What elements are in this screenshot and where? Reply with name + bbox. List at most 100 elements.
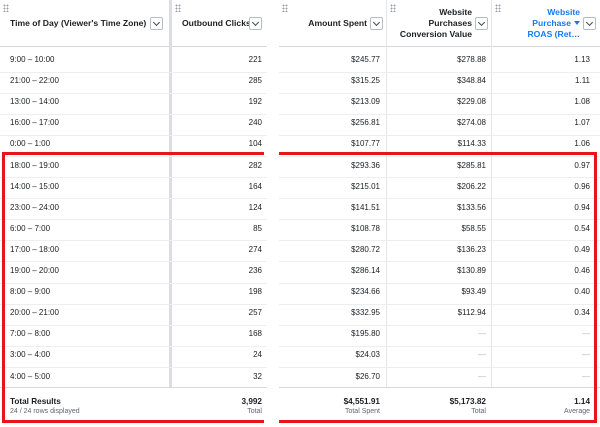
- roas-average-label: Average: [564, 408, 590, 415]
- roas-cell: 0.94: [574, 202, 590, 212]
- amount-spent-cell: $141.51: [351, 202, 380, 212]
- rows-displayed-label: 24 / 24 rows displayed: [10, 408, 80, 415]
- table-row: $286.14 $130.89 0.46: [279, 260, 600, 284]
- table-row: 7:00 – 8:00 168: [0, 323, 267, 347]
- conversion-value-total-label: Total: [471, 408, 486, 415]
- conversion-value-cell: $58.55: [461, 223, 486, 233]
- chevron-down-icon[interactable]: [249, 17, 262, 30]
- roas-cell: 0.96: [574, 181, 590, 191]
- table-row: 3:00 – 4:00 24: [0, 344, 267, 368]
- amount-spent-cell: $245.77: [351, 55, 380, 64]
- header-conversion-value[interactable]: Website Purchases Conversion Value: [387, 0, 491, 46]
- time-of-day-cell: 23:00 – 24:00: [10, 202, 59, 212]
- table-row: 18:00 – 19:00 282: [0, 155, 267, 178]
- header-line: Purchases: [428, 17, 472, 28]
- roas-cell: 1.06: [574, 139, 590, 149]
- conversion-value-cell: $206.22: [457, 181, 486, 191]
- roas-cell: —: [582, 371, 590, 381]
- right-table-panel: Amount Spent Website Purchases Conversio…: [279, 0, 600, 427]
- outbound-clicks-cell: 257: [248, 308, 262, 318]
- header-time-of-day[interactable]: Time of Day (Viewer's Time Zone): [0, 0, 170, 46]
- amount-spent-cell: $195.80: [351, 329, 380, 339]
- table-row: 20:00 – 21:00 257: [0, 302, 267, 326]
- chevron-down-icon[interactable]: [150, 17, 163, 30]
- amount-spent-cell: $332.95: [351, 308, 380, 318]
- conversion-value-cell: $348.84: [457, 76, 486, 86]
- roas-cell: —: [582, 350, 590, 360]
- outbound-clicks-cell: 198: [248, 287, 262, 297]
- conversion-value-cell: —: [478, 329, 486, 339]
- roas-cell: 1.13: [574, 55, 590, 64]
- roas-cell: 0.54: [574, 223, 590, 233]
- outbound-clicks-cell: 236: [248, 266, 262, 275]
- table-row: $141.51 $133.56 0.94: [279, 197, 600, 221]
- outbound-clicks-cell: 285: [248, 76, 262, 86]
- amount-spent-cell: $24.03: [355, 350, 380, 360]
- drag-dots-icon[interactable]: [282, 4, 288, 12]
- amount-spent-cell: $108.78: [351, 223, 380, 233]
- header-line: Conversion Value: [399, 28, 472, 39]
- amount-spent-cell: $26.70: [355, 371, 380, 381]
- chevron-down-icon[interactable]: [370, 17, 383, 30]
- left-table-header: Time of Day (Viewer's Time Zone) Outboun…: [0, 0, 267, 47]
- header-label: Website Purchase ROAS (Ret…: [527, 7, 580, 40]
- conversion-value-cell: $278.88: [457, 55, 486, 64]
- time-of-day-cell: 3:00 – 4:00: [10, 350, 51, 360]
- conversion-value-cell: $229.08: [457, 97, 486, 107]
- drag-dots-icon[interactable]: [175, 4, 181, 12]
- table-row: 9:00 – 10:00 221: [0, 49, 267, 73]
- outbound-clicks-cell: 168: [248, 329, 262, 339]
- right-table-header: Amount Spent Website Purchases Conversio…: [279, 0, 600, 47]
- drag-dots-icon[interactable]: [495, 4, 501, 12]
- sort-descending-icon[interactable]: [574, 21, 580, 26]
- drag-dots-icon[interactable]: [3, 4, 9, 12]
- conversion-value-cell: —: [478, 350, 486, 360]
- outbound-clicks-cell: 274: [248, 244, 262, 254]
- table-row: 21:00 – 22:00 285: [0, 70, 267, 94]
- table-row: 19:00 – 20:00 236: [0, 260, 267, 284]
- amount-spent-cell: $234.66: [351, 287, 380, 297]
- panel-gap: [267, 0, 279, 427]
- table-row: $332.95 $112.94 0.34: [279, 302, 600, 326]
- conversion-value-cell: $114.33: [457, 139, 486, 149]
- header-outbound-clicks[interactable]: Outbound Clicks: [172, 0, 267, 46]
- table-row: $293.36 $285.81 0.97: [279, 155, 600, 178]
- total-results-label: Total Results: [10, 397, 61, 406]
- time-of-day-cell: 21:00 – 22:00: [10, 76, 59, 86]
- header-label: Time of Day (Viewer's Time Zone): [10, 18, 147, 28]
- conversion-value-cell: $112.94: [457, 308, 486, 318]
- left-table-footer: Total Results 24 / 24 rows displayed 3,9…: [0, 387, 267, 427]
- roas-cell: 1.08: [574, 97, 590, 107]
- outbound-clicks-cell: 164: [248, 181, 262, 191]
- amount-spent-cell: $286.14: [351, 266, 380, 275]
- table-row: 14:00 – 15:00 164: [0, 176, 267, 200]
- outbound-clicks-cell: 124: [248, 202, 262, 212]
- header-roas[interactable]: Website Purchase ROAS (Ret…: [492, 0, 600, 46]
- time-of-day-cell: 6:00 – 7:00: [10, 223, 51, 233]
- roas-cell: 0.97: [574, 160, 590, 170]
- header-label: Outbound Clicks: [182, 18, 251, 28]
- conversion-value-cell: $130.89: [457, 266, 486, 275]
- outbound-clicks-cell: 221: [248, 55, 262, 64]
- header-amount-spent[interactable]: Amount Spent: [279, 0, 386, 46]
- time-of-day-cell: 16:00 – 17:00: [10, 118, 59, 128]
- table-row: $245.77 $278.88 1.13: [279, 49, 600, 73]
- header-line: Purchase: [532, 17, 571, 28]
- table-row: $108.78 $58.55 0.54: [279, 218, 600, 242]
- outbound-clicks-cell: 85: [253, 223, 262, 233]
- conversion-value-cell: $133.56: [457, 202, 486, 212]
- table-row: $107.77 $114.33 1.06: [279, 133, 600, 157]
- amount-spent-cell: $213.09: [351, 97, 380, 107]
- chevron-down-icon[interactable]: [475, 17, 488, 30]
- drag-dots-icon[interactable]: [390, 4, 396, 12]
- chevron-down-icon[interactable]: [583, 17, 596, 30]
- conversion-value-cell: $274.08: [457, 118, 486, 128]
- outbound-clicks-cell: 32: [253, 371, 262, 381]
- table-row: 8:00 – 9:00 198: [0, 281, 267, 305]
- amount-spent-total-label: Total Spent: [344, 408, 380, 415]
- header-line: Website: [547, 6, 580, 17]
- roas-cell: 0.40: [574, 287, 590, 297]
- table-row: 23:00 – 24:00 124: [0, 197, 267, 221]
- outbound-clicks-cell: 240: [248, 118, 262, 128]
- amount-spent-cell: $293.36: [351, 160, 380, 170]
